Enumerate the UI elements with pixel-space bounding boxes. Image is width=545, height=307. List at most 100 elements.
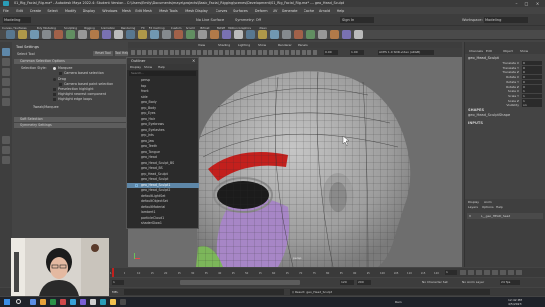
- outliner-item[interactable]: front: [141, 89, 197, 94]
- outliner-item[interactable]: geo_Jaw: [141, 139, 197, 144]
- menu-mesh-tools[interactable]: Mesh Tools: [159, 9, 182, 13]
- fps-dropdown[interactable]: 24 fps: [500, 280, 520, 285]
- reset-tool-button[interactable]: Reset Tool: [93, 51, 113, 56]
- shelf-tool-icon[interactable]: [174, 30, 183, 39]
- go-to-start-icon[interactable]: [460, 270, 466, 275]
- shelf-tool-icon[interactable]: [318, 30, 327, 39]
- channel-attr-value[interactable]: 0: [522, 61, 542, 65]
- current-frame-field[interactable]: 1: [445, 270, 457, 275]
- layer-menu-help[interactable]: Help: [496, 205, 509, 209]
- layout-four-icon[interactable]: [2, 146, 10, 154]
- outliner-item[interactable]: top: [141, 84, 197, 89]
- step-forward-icon[interactable]: [508, 270, 514, 275]
- channel-attr-value[interactable]: 0: [522, 65, 542, 70]
- viewport-menu-panels[interactable]: Panels: [298, 43, 316, 47]
- range-slider-bar[interactable]: [180, 280, 300, 285]
- taskbar-app-icon[interactable]: [80, 299, 86, 305]
- menu-mesh[interactable]: Mesh: [122, 9, 132, 13]
- maximize-button[interactable]: □: [522, 1, 531, 6]
- outliner-item[interactable]: geo_Head_Sculpt_BS: [141, 161, 197, 166]
- taskbar-app-icon[interactable]: [30, 299, 36, 305]
- outliner-item[interactable]: particleCloud1: [141, 216, 197, 221]
- viewport-tool-icon[interactable]: [175, 50, 179, 55]
- menu-windows[interactable]: Windows: [102, 9, 119, 13]
- taskbar-app-icon[interactable]: [60, 299, 66, 305]
- taskbar-app-icon[interactable]: [40, 299, 46, 305]
- channel-tab-show[interactable]: Show: [520, 49, 536, 53]
- outliner-item[interactable]: persp: [141, 78, 197, 83]
- viewport-tool-icon[interactable]: [279, 50, 284, 55]
- channel-attr-value[interactable]: 1: [522, 98, 542, 103]
- go-to-end-icon[interactable]: [516, 270, 522, 275]
- soft-selection-header[interactable]: Soft Selection: [14, 117, 127, 122]
- viewport-tool-icon[interactable]: [235, 50, 240, 55]
- shelf-tool-icon[interactable]: [66, 30, 75, 39]
- char-set-dropdown[interactable]: No Character Set: [422, 280, 460, 285]
- menu-surfaces[interactable]: Surfaces: [233, 9, 252, 13]
- channel-attr-value[interactable]: 1: [522, 93, 542, 98]
- channel-attr-name[interactable]: Scale Z: [485, 99, 519, 103]
- shelf-tool-icon[interactable]: [54, 30, 63, 39]
- shelf-tool-icon[interactable]: [114, 30, 123, 39]
- viewport-tool-icon[interactable]: [131, 50, 135, 55]
- outliner-item[interactable]: grp_Head_Sculpt: [141, 172, 197, 177]
- weather-label[interactable]: Rain: [395, 300, 409, 304]
- viewport-menu-view[interactable]: View: [198, 43, 216, 47]
- viewport-tool-icon[interactable]: [296, 50, 300, 55]
- gamma-field[interactable]: 0.00: [324, 50, 338, 55]
- channel-tab-edit[interactable]: Edit: [486, 49, 502, 53]
- outliner-item[interactable]: geo_Head_BS: [141, 166, 197, 171]
- viewport-tool-icon[interactable]: [285, 50, 289, 55]
- shelf-tool-icon[interactable]: [294, 30, 303, 39]
- viewport-tool-icon[interactable]: [208, 50, 212, 55]
- outliner-item[interactable]: geo_Head: [141, 155, 197, 160]
- sign-in-button[interactable]: Sign In: [340, 17, 374, 23]
- viewport-tool-icon[interactable]: [147, 50, 152, 55]
- shelf-tool-icon[interactable]: [270, 30, 279, 39]
- channel-attr-name[interactable]: Translate X: [485, 61, 519, 65]
- shelf-tool-icon[interactable]: [162, 30, 171, 39]
- shelf-tool-icon[interactable]: [126, 30, 135, 39]
- clock-date[interactable]: 4/5/2023: [508, 302, 530, 306]
- rotate-tool-icon[interactable]: [2, 88, 10, 96]
- outliner-item[interactable]: geo_Hair: [141, 117, 197, 122]
- menu-mesh-display[interactable]: Mesh Display: [185, 9, 212, 13]
- shelf-tool-icon[interactable]: [150, 30, 159, 39]
- outliner-item[interactable]: grp_Eyes: [141, 111, 197, 116]
- range-end-field[interactable]: 120: [340, 280, 354, 285]
- taskbar-app-icon[interactable]: [110, 299, 116, 305]
- shelf-tool-icon[interactable]: [78, 30, 87, 39]
- shelf-tool-icon[interactable]: [354, 30, 363, 39]
- viewport-tool-icon[interactable]: [224, 50, 229, 55]
- menu-select[interactable]: Select: [47, 9, 62, 13]
- channel-attr-name[interactable]: Translate Y: [485, 66, 519, 70]
- layer-menu-options[interactable]: Options: [482, 205, 495, 209]
- menu-modify[interactable]: Modify: [65, 9, 80, 13]
- viewport-tool-icon[interactable]: [230, 50, 234, 55]
- outliner-menu-show[interactable]: Show: [144, 65, 157, 69]
- current-time-marker[interactable]: [112, 268, 114, 277]
- shelf-tool-icon[interactable]: [198, 30, 207, 39]
- viewport-tool-icon[interactable]: [252, 50, 256, 55]
- shelf-tool-icon[interactable]: [30, 30, 39, 39]
- time-slider[interactable]: 1 5 10 15 20 25 30 35 40 45 50 55 60 65 70 75 80 85 90 95 10…: [110, 268, 545, 277]
- playback-controls[interactable]: [460, 270, 542, 275]
- menu-deform[interactable]: Deform: [255, 9, 270, 13]
- viewport-tool-icon[interactable]: [142, 50, 146, 55]
- channel-tab-object[interactable]: Object: [503, 49, 519, 53]
- shelf-tool-icon[interactable]: [186, 30, 195, 39]
- taskbar-app-icon[interactable]: [70, 299, 76, 305]
- outliner-item[interactable]: shaderGlow1: [141, 221, 197, 226]
- outliner-item[interactable]: geo_Body: [141, 100, 197, 105]
- shelf-tool-icon[interactable]: [258, 30, 267, 39]
- lasso-tool-icon[interactable]: [2, 58, 10, 66]
- taskbar-app-icon[interactable]: [90, 299, 96, 305]
- camera-based-checkbox[interactable]: [59, 72, 62, 75]
- tool-help-button[interactable]: Tool Help: [115, 51, 128, 56]
- viewport-tool-icon[interactable]: [153, 50, 157, 55]
- shelf-tool-icon[interactable]: [138, 30, 147, 39]
- channel-attr-name[interactable]: Rotate Z: [485, 85, 519, 89]
- channel-tab-channels[interactable]: Channels: [469, 49, 485, 53]
- marquee-radio[interactable]: [53, 67, 56, 70]
- outliner-item[interactable]: geo_Head_Sculpt1: [127, 182, 199, 188]
